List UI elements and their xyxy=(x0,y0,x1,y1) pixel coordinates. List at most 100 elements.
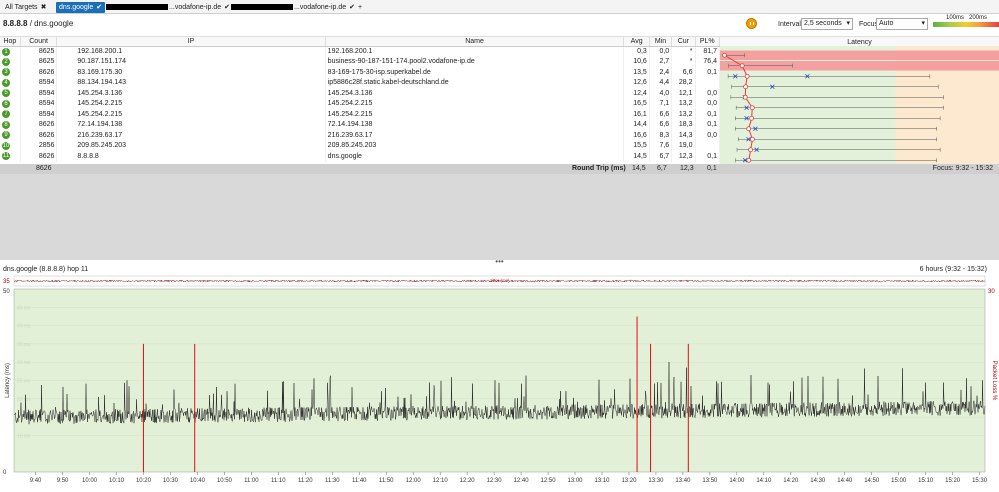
hop-row[interactable]: 9 8626 216.239.63.17 216.239.63.17 16,6 8,3 14… xyxy=(0,130,721,141)
hop-cell: 4 xyxy=(0,77,21,88)
cur-cell: 14,3 xyxy=(671,130,696,141)
column-header[interactable]: IP xyxy=(56,37,326,47)
tab-close-icon[interactable]: ✔ xyxy=(96,4,102,11)
hop-row[interactable]: 5 8594 145.254.3.136 145.254.3.136 12,4 4,0 12… xyxy=(0,88,721,99)
faint-tick-label: 40 ms xyxy=(17,324,31,330)
hop-row[interactable]: 10 2856 209.85.245.203 209.85.245.203 15,5 7,… xyxy=(0,140,721,151)
cur-cell: 12,3 xyxy=(671,151,696,162)
summary-avg: 14,5 xyxy=(632,165,646,172)
tab-1[interactable]: dns.google ✔ xyxy=(56,2,106,13)
interval-select[interactable]: 2,5 seconds xyxy=(801,18,853,30)
hop-row[interactable]: 8 8626 72.14.194.138 72.14.194.138 14,4 6,6 18… xyxy=(0,119,721,130)
avg-cell: 12,4 xyxy=(623,88,650,99)
count-cell: 8594 xyxy=(20,88,58,99)
name-cell: 216.239.63.17 xyxy=(325,130,625,141)
hop-number: 1 xyxy=(2,47,10,56)
x-tick-label: 9:40 xyxy=(30,478,42,484)
hop-row[interactable]: 2 8625 90.187.151.174 business-90-187-151-1… xyxy=(0,56,721,67)
pl-cell xyxy=(695,140,721,151)
timeline-panel: dns.google (8.8.8.8) hop 11 6 hours (9:3… xyxy=(0,266,999,490)
redaction-bar xyxy=(106,4,168,11)
avg-latency-point xyxy=(739,63,745,69)
hop-number: 10 xyxy=(2,141,10,150)
column-header[interactable]: Avg xyxy=(623,37,650,47)
x-tick-label: 14:40 xyxy=(837,478,853,484)
count-cell: 8625 xyxy=(20,56,58,67)
x-tick-label: 15:10 xyxy=(918,478,934,484)
column-header[interactable]: Name xyxy=(325,37,625,47)
focus-select[interactable]: Auto xyxy=(876,18,928,30)
column-header[interactable]: Hop xyxy=(0,37,21,47)
column-header[interactable]: Cur xyxy=(671,37,696,47)
hop-row[interactable]: 7 8594 145.254.2.215 145.254.2.215 16,1 6,6 13… xyxy=(0,109,721,120)
hop-number: 8 xyxy=(2,120,10,129)
hop-number: 5 xyxy=(2,89,10,98)
x-tick-label: 14:50 xyxy=(864,478,880,484)
faint-tick-label: 45 ms xyxy=(17,305,31,311)
column-header[interactable]: Count xyxy=(20,37,58,47)
ip-cell: 90.187.151.174 xyxy=(56,56,326,67)
jitter-max-label: 35 xyxy=(3,279,10,285)
tab-close-icon[interactable]: ✖ xyxy=(41,4,47,11)
x-tick-label: 10:10 xyxy=(109,478,125,484)
timeline-range: 6 hours (9:32 - 15:32) xyxy=(919,266,987,273)
column-header[interactable]: Min xyxy=(649,37,673,47)
pause-button[interactable] xyxy=(746,18,757,29)
x-tick-label: 10:40 xyxy=(190,478,206,484)
avg-cell: 16,6 xyxy=(623,130,650,141)
x-tick-label: 11:20 xyxy=(298,478,313,484)
empty-area xyxy=(0,174,999,260)
x-tick-label: 13:00 xyxy=(568,478,584,484)
grid-header: Hop Count IP Name Avg Min Cur PL% xyxy=(0,37,721,47)
x-tick-label: 13:40 xyxy=(675,478,691,484)
pl-cell: 0,1 xyxy=(695,109,721,120)
count-cell: 8594 xyxy=(20,98,58,109)
faint-tick-label: 30 ms xyxy=(17,360,31,366)
tab-label: ...vodafone-ip.de xyxy=(169,4,222,11)
hop-row[interactable]: 1 8625 192.168.200.1 192.168.200.1 0,3 0,0 * 81… xyxy=(0,46,721,57)
summary-row: 8626 Round Trip (ms) 14,5 6,7 12,3 0,1 F… xyxy=(0,164,999,174)
avg-latency-point xyxy=(746,157,752,163)
hop-cell: 10 xyxy=(0,140,21,151)
x-tick-label: 15:30 xyxy=(972,478,988,484)
column-header[interactable]: PL% xyxy=(695,37,721,47)
pl-cell: 0,0 xyxy=(695,130,721,141)
tab-3[interactable]: ...vodafone-ip.de ✔ xyxy=(228,2,358,13)
min-cell: 6,7 xyxy=(649,151,673,162)
summary-label: Round Trip (ms) xyxy=(572,165,626,172)
hop-row[interactable]: 6 8594 145.254.2.215 145.254.2.215 16,5 7,1 13… xyxy=(0,98,721,109)
hop-row[interactable]: 4 8594 88.134.194.143 ip5886c28f.static.kab… xyxy=(0,77,721,88)
ip-cell: 145.254.2.215 xyxy=(56,109,326,120)
latency-column-header: Latency xyxy=(847,39,872,46)
ip-cell: 8.8.8.8 xyxy=(56,151,326,162)
min-cell: 2,7 xyxy=(649,56,673,67)
min-cell: 8,3 xyxy=(649,130,673,141)
x-tick-label: 12:40 xyxy=(514,478,530,484)
x-tick-label: 12:30 xyxy=(487,478,503,484)
legend-200ms: 200ms xyxy=(969,15,988,21)
avg-latency-point xyxy=(742,94,748,100)
tab-label: All Targets xyxy=(5,4,38,11)
cur-cell: * xyxy=(671,46,696,57)
tab-2[interactable]: ...vodafone-ip.de ✔ xyxy=(103,2,233,13)
count-cell: 8626 xyxy=(20,67,58,78)
min-cell: 6,6 xyxy=(649,119,673,130)
name-cell: 209.85.245.203 xyxy=(325,140,625,151)
timeline-svg: Jitter (ms)3510 ms15 ms20 ms25 ms30 ms35… xyxy=(3,275,997,484)
tab-4[interactable]: + xyxy=(355,2,365,13)
hop-cell: 9 xyxy=(0,130,21,141)
hop-row[interactable]: 3 8626 83.169.175.30 83-169-175-30-isp.supe… xyxy=(0,67,721,78)
avg-cell: 12,6 xyxy=(623,77,650,88)
x-tick-label: 11:40 xyxy=(352,478,367,484)
hop-cell: 8 xyxy=(0,119,21,130)
hop-row[interactable]: 11 8626 8.8.8.8 dns.google 14,5 6,7 12,3 0,1 xyxy=(0,151,721,162)
hop-number: 6 xyxy=(2,99,10,108)
name-cell: 72.14.194.138 xyxy=(325,119,625,130)
name-cell: 145.254.3.136 xyxy=(325,88,625,99)
pl-cell: 0,0 xyxy=(695,98,721,109)
tab-0[interactable]: All Targets ✖ xyxy=(2,2,49,13)
tab-bar: All Targets ✖ dns.google ✔ ...vodafone-ip.de… xyxy=(0,0,999,14)
tab-label: dns.google xyxy=(59,4,94,11)
x-tick-label: 9:50 xyxy=(57,478,69,484)
x-tick-label: 15:20 xyxy=(945,478,961,484)
